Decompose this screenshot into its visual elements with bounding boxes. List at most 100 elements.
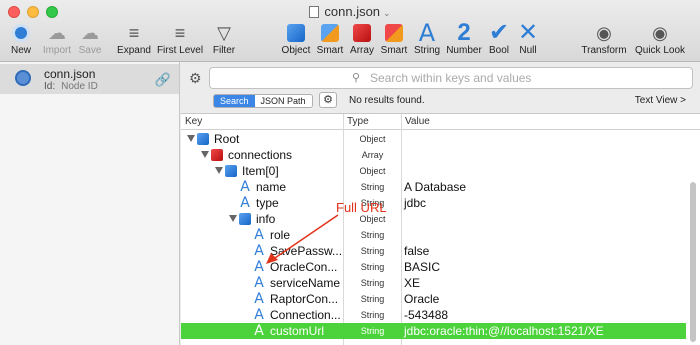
- row-key[interactable]: name: [256, 180, 286, 194]
- document-icon: [309, 6, 320, 18]
- add-array-button[interactable]: Array: [348, 20, 376, 56]
- disclosure-triangle-icon[interactable]: [201, 151, 209, 158]
- row-key[interactable]: Connection...: [270, 308, 341, 322]
- string-a-icon: A: [254, 307, 264, 323]
- transform-button[interactable]: ◉ Transform: [580, 20, 628, 57]
- table-row[interactable]: AcustomUrl String jdbc:oracle:thin:@//loca…: [181, 323, 686, 339]
- string-a-icon: A: [254, 323, 264, 339]
- search-options-gear-icon[interactable]: ⚙: [319, 92, 337, 108]
- table-row[interactable]: A RaptorCon... String Oracle: [181, 291, 686, 307]
- chevron-down-icon[interactable]: ⌄: [383, 8, 391, 18]
- row-type[interactable]: Array: [344, 150, 401, 160]
- object-cube-icon: [197, 133, 209, 145]
- row-type[interactable]: Object: [344, 134, 401, 144]
- row-type[interactable]: Object: [344, 166, 401, 176]
- row-type[interactable]: String: [344, 310, 401, 320]
- add-bool-button[interactable]: ✔ Bool: [486, 20, 512, 56]
- row-value[interactable]: jdbc:oracle:thin:@//localhost:1521/XE: [404, 324, 604, 338]
- add-smart-array-button[interactable]: Smart: [380, 20, 408, 56]
- row-key[interactable]: type: [256, 196, 279, 210]
- table-row[interactable]: Aname String A Database: [181, 179, 686, 195]
- row-type[interactable]: String: [344, 278, 401, 288]
- string-a-icon: A: [254, 275, 264, 291]
- string-a-icon: A: [240, 195, 250, 211]
- table-row[interactable]: info Object: [181, 211, 686, 227]
- row-key[interactable]: connections: [228, 148, 292, 162]
- add-null-button[interactable]: ✕ Null: [516, 20, 540, 56]
- row-value[interactable]: false: [404, 244, 429, 258]
- col-value-header[interactable]: Value: [405, 116, 430, 127]
- disclosure-triangle-icon[interactable]: [187, 135, 195, 142]
- filter-button[interactable]: ▽ Filter: [210, 20, 238, 57]
- row-type[interactable]: String: [344, 294, 401, 304]
- row-type[interactable]: Object: [344, 214, 401, 224]
- add-object-button[interactable]: Object: [281, 20, 311, 56]
- tab-search[interactable]: Search: [214, 95, 255, 107]
- disclosure-triangle-icon[interactable]: [215, 167, 223, 174]
- tab-json-path[interactable]: JSON Path: [254, 95, 312, 107]
- row-type[interactable]: String: [344, 230, 401, 240]
- link-icon[interactable]: 🔗: [155, 72, 171, 88]
- add-string-button[interactable]: A String: [412, 18, 442, 57]
- main-panel: ⚙ ⚲ Search JSON Path ⚙ No results found.…: [181, 62, 700, 345]
- annotation-label: Full URL: [336, 200, 387, 215]
- cloud-upload-icon: ☁: [81, 22, 99, 43]
- first-level-button[interactable]: ≡ First Level: [156, 20, 204, 57]
- table-row[interactable]: AserviceName String XE: [181, 275, 686, 291]
- sidebar-node-id: Id: Node ID: [44, 81, 98, 92]
- table-row[interactable]: Item[0] Object: [181, 163, 686, 179]
- row-key[interactable]: customUrl: [270, 324, 324, 338]
- table-row[interactable]: A Connection... String -543488: [181, 307, 686, 323]
- search-input[interactable]: [209, 67, 693, 89]
- expand-icon: ≡: [128, 22, 140, 43]
- sidebar: conn.json Id: Node ID 🔗: [0, 62, 180, 345]
- row-value[interactable]: XE: [404, 276, 420, 290]
- x-icon: ✕: [517, 18, 539, 46]
- row-type[interactable]: String: [344, 262, 401, 272]
- quick-look-button[interactable]: ◉ Quick Look: [631, 20, 689, 57]
- row-value[interactable]: Oracle: [404, 292, 439, 306]
- col-key-header[interactable]: Key: [185, 116, 202, 127]
- row-type[interactable]: String: [344, 246, 401, 256]
- sidebar-item-conn-json[interactable]: conn.json Id: Node ID 🔗: [0, 64, 179, 94]
- row-value[interactable]: -543488: [404, 308, 448, 322]
- row-type[interactable]: String: [344, 326, 401, 336]
- search-bar: ⚙ ⚲ Search JSON Path ⚙ No results found.…: [181, 62, 700, 114]
- disclosure-triangle-icon[interactable]: [229, 215, 237, 222]
- row-type[interactable]: String: [344, 182, 401, 192]
- table-row[interactable]: Root Object: [181, 131, 686, 147]
- gear-icon[interactable]: ⚙: [189, 70, 202, 87]
- table-row[interactable]: A OracleCon... String BASIC: [181, 259, 686, 275]
- transform-icon: ◉: [596, 22, 612, 43]
- smart-array-cube-icon: [385, 23, 403, 42]
- table-row[interactable]: Atype String jdbc: [181, 195, 686, 211]
- table-row[interactable]: Arole String: [181, 227, 686, 243]
- row-key[interactable]: Root: [214, 132, 239, 146]
- search-mode-segmented: Search JSON Path: [213, 94, 313, 108]
- row-key[interactable]: Item[0]: [242, 164, 279, 178]
- save-button[interactable]: ☁ Save: [77, 20, 103, 57]
- col-type-header[interactable]: Type: [347, 116, 369, 127]
- row-value[interactable]: BASIC: [404, 260, 440, 274]
- row-key[interactable]: serviceName: [270, 276, 340, 290]
- new-button[interactable]: New: [9, 20, 33, 56]
- import-button[interactable]: ☁ Import: [40, 20, 74, 57]
- row-value[interactable]: A Database: [404, 180, 466, 194]
- text-view-link[interactable]: Text View >: [635, 95, 686, 106]
- string-a-icon: A: [418, 18, 436, 47]
- sidebar-item-label: conn.json: [44, 67, 96, 81]
- add-number-button[interactable]: 2 Number: [446, 20, 482, 56]
- row-value[interactable]: jdbc: [404, 196, 426, 210]
- row-key[interactable]: RaptorCon...: [270, 292, 338, 306]
- object-cube-icon: [225, 165, 237, 177]
- smart-object-cube-icon: [321, 23, 339, 42]
- eye-icon: ◉: [652, 22, 668, 43]
- table-row[interactable]: A SavePassw... String false: [181, 243, 686, 259]
- table-row[interactable]: connections Array: [181, 147, 686, 163]
- title-toolbar: conn.json ⌄ New ☁ Import ☁ Save ≡ Expand …: [0, 0, 700, 62]
- expand-button[interactable]: ≡ Expand: [116, 20, 152, 57]
- vertical-scrollbar[interactable]: [690, 182, 696, 342]
- add-smart-object-button[interactable]: Smart: [316, 20, 344, 56]
- document-node-icon: [15, 70, 31, 86]
- table-header: Key Type Value: [181, 114, 700, 130]
